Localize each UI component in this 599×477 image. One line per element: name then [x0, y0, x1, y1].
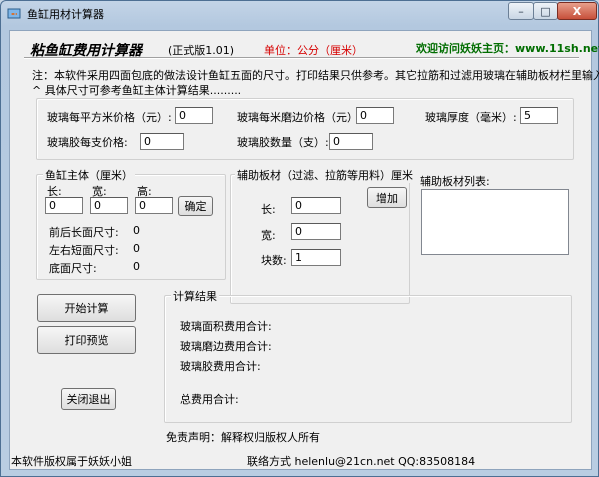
bottom-value: 0	[133, 260, 140, 273]
glass-edge-cost-label: 玻璃磨边费用合计:	[180, 340, 272, 353]
left-right-label: 左右短面尺寸:	[49, 244, 119, 257]
glue-price-label: 玻璃胶每支价格:	[47, 136, 128, 149]
front-back-label: 前后长面尺寸:	[49, 226, 119, 239]
close-button[interactable]: X	[557, 2, 597, 20]
glass-area-cost-label: 玻璃面积费用合计:	[180, 320, 272, 333]
edge-price-input[interactable]: 0	[356, 107, 394, 124]
main-panel: 粘鱼缸费用计算器 (正式版1.01) 单位：公分（厘米） 欢迎访问妖妖主页：ww…	[9, 30, 599, 470]
left-right-value: 0	[133, 242, 140, 255]
note-line-1: 注：本软件采用四面包底的做法设计鱼缸五面的尺寸。打印结果只供参考。其它拉筋和过滤…	[32, 69, 599, 82]
tank-body-group: 鱼缸主体（厘米） 长: 宽: 高: 0 0 0 确定 前后长面尺寸: 0 左右短…	[36, 167, 226, 280]
add-button[interactable]: 增加	[367, 187, 407, 208]
minimize-button[interactable]: –	[508, 2, 534, 20]
note-line-2: ^ 具体尺寸可参考鱼缸主体计算结果.........	[32, 84, 242, 97]
aux-list-label: 辅助板材列表:	[420, 175, 490, 188]
title-bar[interactable]: 鱼缸用材计算器 – □ X	[1, 1, 598, 25]
results-group: 计算结果 玻璃面积费用合计: 玻璃磨边费用合计: 玻璃胶费用合计: 总费用合计:	[164, 288, 572, 423]
unit-label: 单位：公分（厘米）	[264, 44, 363, 57]
aux-width-input[interactable]: 0	[291, 223, 341, 240]
header-divider	[24, 57, 579, 59]
glue-count-input[interactable]: 0	[329, 133, 373, 150]
start-calculate-button[interactable]: 开始计算	[37, 294, 136, 322]
aux-count-label: 块数:	[261, 254, 287, 267]
tank-length-input[interactable]: 0	[45, 197, 83, 214]
homepage-link[interactable]: 欢迎访问妖妖主页：www.11sh.net	[416, 40, 599, 56]
tank-width-input[interactable]: 0	[90, 197, 128, 214]
status-bar: 本软件版权属于妖妖小姐 联络方式 helenlu@21cn.net QQ:835…	[1, 446, 598, 475]
thickness-input[interactable]: 5	[520, 107, 558, 124]
aux-count-input[interactable]: 1	[291, 249, 341, 266]
price-per-sqm-label: 玻璃每平方米价格（元）:	[47, 111, 172, 124]
copyright-text: 本软件版权属于妖妖小姐	[11, 455, 132, 468]
glue-count-label: 玻璃胶数量（支）:	[237, 136, 329, 149]
version-label: (正式版1.01)	[168, 44, 235, 57]
contact-text: 联络方式 helenlu@21cn.net QQ:83508184	[247, 455, 476, 468]
aux-length-input[interactable]: 0	[291, 197, 341, 214]
tank-body-legend: 鱼缸主体（厘米）	[43, 167, 135, 183]
glass-params-group: 玻璃每平方米价格（元）: 0 玻璃每米磨边价格（元）: 0 玻璃厚度（毫米）: …	[36, 98, 574, 160]
total-cost-label: 总费用合计:	[180, 393, 239, 406]
print-preview-button[interactable]: 打印预览	[37, 326, 136, 354]
aux-width-label: 宽:	[261, 229, 276, 242]
glue-cost-label: 玻璃胶费用合计:	[180, 360, 261, 373]
bottom-label: 底面尺寸:	[49, 262, 97, 275]
tank-height-input[interactable]: 0	[135, 197, 173, 214]
price-per-sqm-input[interactable]: 0	[175, 107, 213, 124]
disclaimer-text: 免责声明：解释权归版权人所有	[166, 431, 320, 444]
edge-price-label: 玻璃每米磨边价格（元）:	[237, 111, 362, 124]
aux-material-legend: 辅助板材（过滤、拉筋等用料）厘米	[235, 167, 415, 183]
results-legend: 计算结果	[171, 288, 219, 304]
fish-tank-icon	[7, 8, 21, 19]
front-back-value: 0	[133, 224, 140, 237]
confirm-button[interactable]: 确定	[178, 196, 213, 216]
thickness-label: 玻璃厚度（毫米）:	[425, 111, 517, 124]
glue-price-input[interactable]: 0	[140, 133, 184, 150]
maximize-button[interactable]: □	[533, 2, 558, 20]
aux-length-label: 长:	[261, 203, 276, 216]
exit-button[interactable]: 关闭退出	[61, 388, 116, 410]
aux-material-list[interactable]	[421, 189, 569, 255]
app-window: 鱼缸用材计算器 – □ X 粘鱼缸费用计算器 (正式版1.01) 单位：公分（厘…	[0, 0, 599, 477]
window-title: 鱼缸用材计算器	[27, 8, 104, 21]
